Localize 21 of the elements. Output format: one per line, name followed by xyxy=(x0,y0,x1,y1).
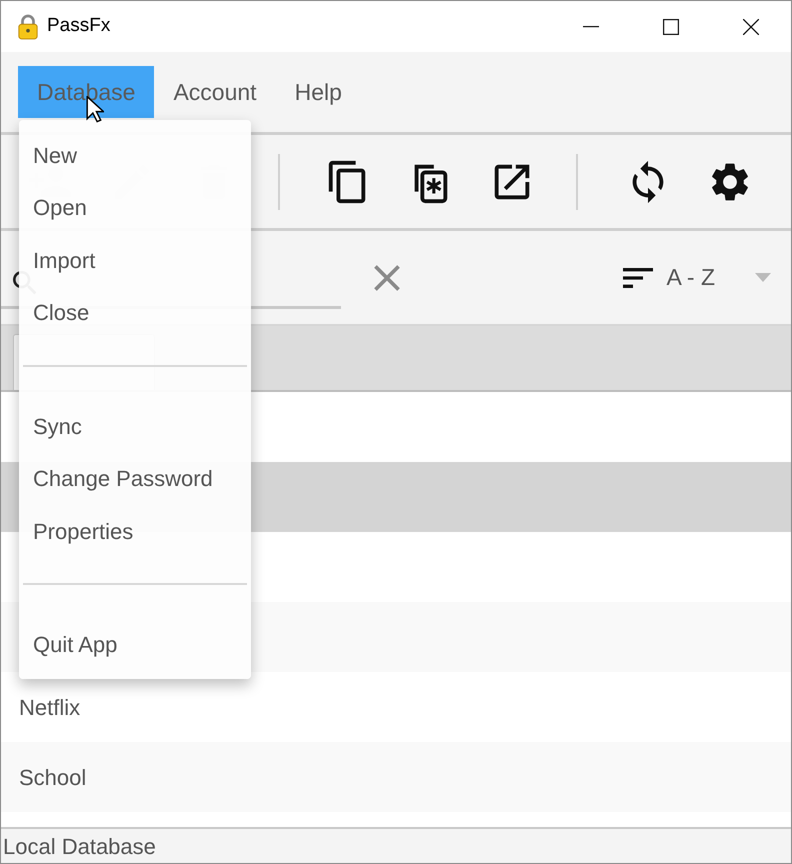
sort-dropdown[interactable]: A - Z xyxy=(618,258,771,298)
menu-option[interactable]: Quit App xyxy=(19,618,251,671)
row-label: Netflix xyxy=(19,694,80,722)
menu-option[interactable]: Import xyxy=(19,234,251,286)
menu-option[interactable]: Close xyxy=(19,286,251,339)
minimize-icon xyxy=(583,26,599,28)
row-label: School xyxy=(19,764,86,792)
menu-item[interactable]: Help xyxy=(276,66,361,118)
menu-option[interactable]: Open xyxy=(19,182,251,234)
close-icon xyxy=(743,18,759,34)
caret-icon xyxy=(755,273,771,282)
menu-option[interactable]: Change Password xyxy=(19,452,251,505)
maximize-icon xyxy=(663,18,679,34)
menu-option[interactable]: Sync xyxy=(19,400,251,452)
window-title: PassFx xyxy=(47,14,110,38)
padlock-icon xyxy=(17,14,39,40)
status-text: Local Database xyxy=(3,832,156,860)
menu-option[interactable]: New xyxy=(19,129,251,182)
menu-option[interactable]: Properties xyxy=(19,505,251,558)
list-row[interactable]: School xyxy=(1,742,791,812)
menu-item[interactable]: Account xyxy=(154,66,276,118)
